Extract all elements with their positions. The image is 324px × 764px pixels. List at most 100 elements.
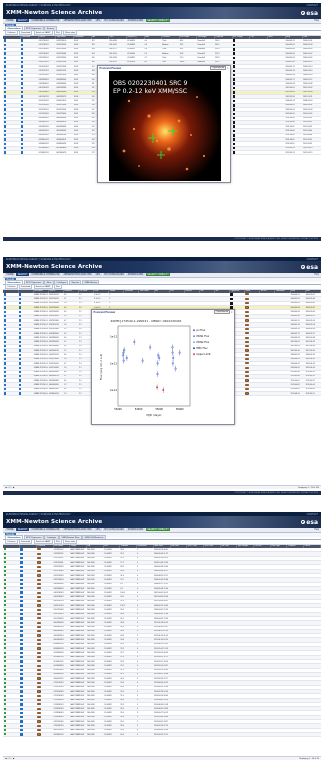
esa-logo[interactable]: esa [300, 264, 318, 271]
select-checkbox-icon[interactable] [3, 52, 6, 55]
select-checkbox-icon[interactable] [3, 138, 6, 141]
download-icon[interactable] [20, 647, 23, 650]
select-checkbox-icon[interactable] [3, 56, 6, 59]
select-checkbox-icon[interactable] [3, 297, 6, 301]
image-thumbnail-icon[interactable] [245, 336, 249, 339]
row-icon-cell[interactable] [36, 732, 54, 738]
close-icon[interactable]: × [231, 311, 233, 314]
download-icon[interactable] [3, 724, 6, 727]
select-checkbox-icon[interactable] [3, 91, 6, 94]
result-tab-xmm-om-mastercat[interactable]: XMM-OM Mastercat [82, 535, 106, 539]
select-checkbox-icon[interactable] [3, 315, 6, 318]
download-icon[interactable] [3, 613, 6, 616]
nav-tab-upl[interactable]: UPL [94, 273, 102, 277]
download-icon[interactable] [20, 561, 23, 564]
download-icon[interactable] [20, 677, 23, 680]
download-icon[interactable] [18, 353, 21, 356]
postcard-thumbnail-icon[interactable] [232, 43, 236, 47]
postcard-thumbnail-icon[interactable] [232, 99, 236, 103]
show-stats-button[interactable]: Show stats [62, 539, 78, 545]
download-icon[interactable] [20, 608, 23, 611]
postcard-thumbnail-icon[interactable] [232, 133, 236, 137]
select-checkbox-icon[interactable] [3, 121, 6, 124]
select-checkbox-icon[interactable] [3, 357, 6, 361]
download-icon[interactable] [20, 612, 23, 616]
download-icon[interactable] [3, 686, 6, 689]
select-checkbox-icon[interactable] [3, 323, 6, 326]
result-tab-observations[interactable]: Observations [5, 280, 24, 284]
download-icon[interactable] [3, 574, 6, 577]
download-icon[interactable] [21, 103, 24, 107]
image-thumbnail-icon[interactable] [245, 370, 249, 374]
download-icon[interactable] [20, 634, 23, 637]
select-checkbox-icon[interactable] [3, 103, 6, 107]
postcard-thumbnail-icon[interactable] [36, 724, 41, 727]
download-icon[interactable] [21, 56, 24, 59]
nav-tab-my-catalogues[interactable]: MY CATALOGUES [102, 273, 126, 277]
result-tab-catalogue[interactable]: Catalogue [54, 280, 69, 284]
select-checkbox-icon[interactable] [3, 129, 6, 133]
row-icon-cell[interactable] [19, 732, 37, 738]
image-thumbnail-icon[interactable] [245, 383, 249, 386]
download-icon[interactable] [18, 375, 21, 378]
download-icon[interactable] [3, 651, 6, 654]
select-checkbox-icon[interactable] [3, 61, 6, 64]
postcard-thumbnail-icon[interactable] [232, 69, 236, 72]
download-icon[interactable] [18, 297, 21, 301]
postcard-thumbnail-icon[interactable] [36, 729, 41, 732]
result-tab-epic-exposures[interactable]: EPIC Exposures [23, 535, 44, 539]
postcard-thumbnail-icon[interactable] [232, 121, 236, 124]
postcard-thumbnail-icon[interactable] [36, 604, 41, 607]
image-thumbnail-icon[interactable] [245, 345, 249, 348]
download-icon[interactable] [20, 673, 23, 676]
table-cell[interactable]: 0674600701 [38, 150, 56, 156]
result-tab-xmm-newton[interactable]: XMM-Newton [82, 280, 100, 284]
postcard-thumbnail-icon[interactable] [36, 625, 41, 629]
select-checkbox-icon[interactable] [3, 327, 6, 331]
result-tab-observations[interactable]: Observations [5, 26, 24, 30]
download-icon[interactable] [21, 52, 24, 55]
select-checkbox-icon[interactable] [3, 310, 6, 313]
postcard-thumbnail-icon[interactable] [36, 655, 41, 659]
download-icon[interactable] [3, 664, 6, 667]
download-icon[interactable] [3, 694, 6, 697]
postcard-thumbnail-icon[interactable] [232, 60, 236, 64]
download-icon[interactable] [3, 548, 6, 551]
download-icon[interactable] [20, 595, 23, 599]
postcard-thumbnail-icon[interactable] [36, 673, 41, 676]
row-icon-cell[interactable] [3, 732, 20, 738]
nav-tab-downloads[interactable]: DOWNLOADS [126, 19, 145, 23]
download-icon[interactable] [20, 681, 23, 685]
image-thumbnail-icon[interactable] [245, 306, 249, 309]
download-icon[interactable] [3, 630, 6, 633]
download-icon[interactable] [3, 561, 6, 564]
download-icon[interactable] [20, 578, 23, 581]
download-icon[interactable] [21, 95, 24, 98]
nav-tab-my-catalogues[interactable]: MY CATALOGUES [102, 19, 126, 23]
download-icon[interactable] [21, 69, 24, 72]
send-via-samp-button[interactable]: Send via SAMP [33, 30, 53, 36]
download-icon[interactable] [21, 48, 24, 51]
nav-tab-search[interactable]: SEARCH [16, 528, 29, 532]
postcard-thumbnail-icon[interactable] [36, 552, 41, 556]
postcard-thumbnail-icon[interactable] [36, 600, 41, 603]
postcard-thumbnail-icon[interactable] [36, 711, 41, 715]
select-checkbox-icon[interactable] [3, 319, 6, 322]
select-checkbox-icon[interactable] [3, 332, 6, 335]
download-icon[interactable] [18, 315, 21, 318]
image-thumbnail-icon[interactable] [245, 310, 249, 313]
nav-tab-observation-analysis[interactable]: OBSERVATION ANALYSIS [62, 273, 94, 277]
download-icon[interactable] [21, 61, 24, 64]
pager-prev-icon[interactable]: ◀ ◁ [5, 758, 9, 760]
select-checkbox-icon[interactable] [3, 78, 6, 81]
postcard-thumbnail-icon[interactable] [36, 561, 41, 564]
download-icon[interactable] [21, 112, 24, 115]
result-tab-sources[interactable]: Sources [44, 26, 57, 30]
open-new-tab-button[interactable]: Open New tab [214, 309, 230, 315]
postcard-thumbnail-icon[interactable] [232, 39, 236, 42]
download-icon[interactable] [20, 655, 23, 659]
help-link[interactable]: Help [314, 20, 319, 22]
postcard-thumbnail-icon[interactable] [36, 720, 41, 723]
download-icon[interactable] [21, 151, 24, 154]
download-icon[interactable] [18, 383, 21, 387]
